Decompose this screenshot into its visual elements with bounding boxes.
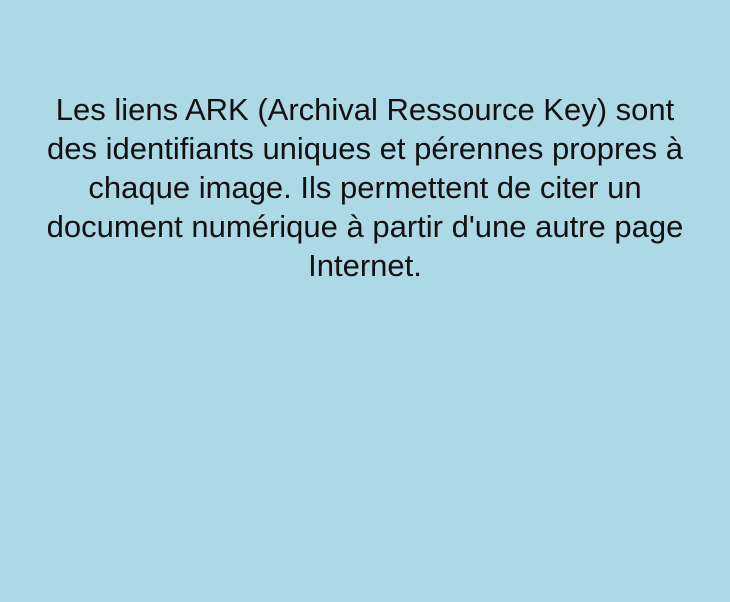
- ark-help-tooltip: Les liens ARK (Archival Ressource Key) s…: [0, 0, 730, 602]
- ark-explanation-text: Les liens ARK (Archival Ressource Key) s…: [46, 92, 684, 283]
